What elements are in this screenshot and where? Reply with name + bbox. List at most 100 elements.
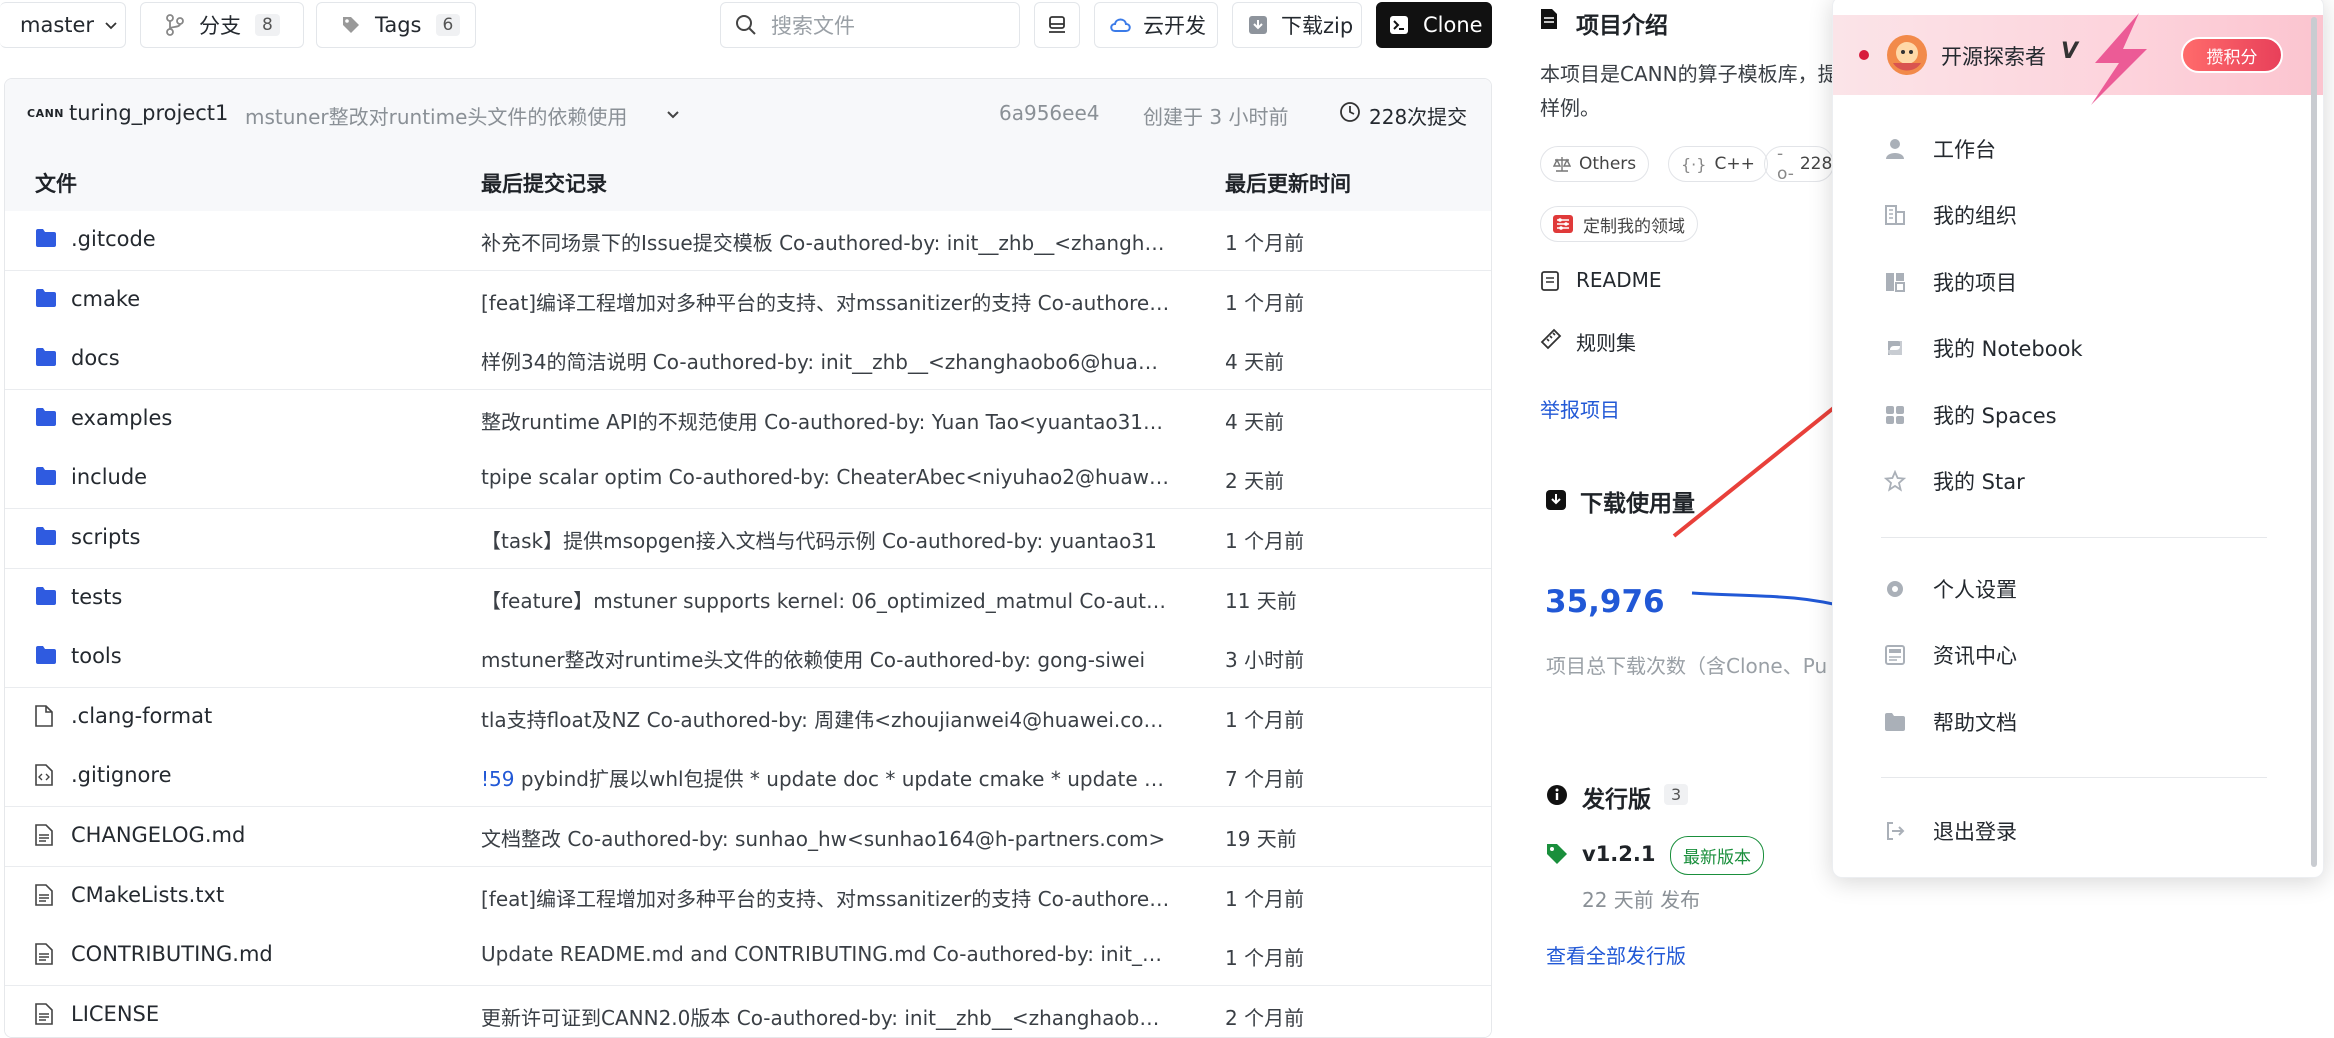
file-name[interactable]: cmake — [71, 287, 140, 311]
commit-author[interactable]: turing_project1 — [69, 101, 228, 125]
pr-link[interactable]: !59 — [481, 767, 514, 791]
dropdown-divider — [1881, 777, 2267, 778]
clone-button[interactable]: Clone — [1376, 2, 1492, 48]
commit-message[interactable]: mstuner整改对runtime头文件的依赖使用 — [245, 101, 627, 130]
dropdown-item-building[interactable]: 我的组织 — [1881, 195, 2017, 235]
readme-link[interactable]: README — [1576, 268, 1662, 292]
tag-others[interactable]: Others — [1540, 146, 1650, 182]
rules-link[interactable]: 规则集 — [1576, 327, 1636, 356]
table-row[interactable]: CMakeLists.txt [feat]编译工程增加对多种平台的支持、对mssa… — [5, 866, 1491, 927]
earn-points-button[interactable]: 攒积分 — [2181, 37, 2283, 73]
table-row[interactable]: .gitcode 补充不同场景下的Issue提交模板 Co-authored-by… — [5, 211, 1491, 271]
tag-commits[interactable]: -o- 228 — [1764, 146, 1834, 182]
commit-text: 更新许可证到CANN2.0版本 Co-authored-by: init__zh… — [481, 1005, 1171, 1030]
document-icon — [35, 824, 53, 846]
folder-icon — [35, 347, 57, 367]
customize-domain-button[interactable]: 定制我的领域 — [1540, 206, 1698, 242]
dropdown-item-news[interactable]: 资讯中心 — [1881, 635, 2017, 675]
file-name[interactable]: examples — [71, 406, 172, 430]
view-all-releases-link[interactable]: 查看全部发行版 — [1546, 940, 1686, 969]
commit-message[interactable]: 补充不同场景下的Issue提交模板 Co-authored-by: init__… — [481, 227, 1171, 256]
file-name[interactable]: CONTRIBUTING.md — [71, 942, 273, 966]
dropdown-item-gear[interactable]: 个人设置 — [1881, 569, 2017, 609]
file-name[interactable]: .gitcode — [71, 227, 156, 251]
table-row[interactable]: include tpipe scalar optim Co-authored-by… — [5, 449, 1491, 510]
dropdown-scrollbar[interactable] — [2311, 17, 2317, 867]
file-name[interactable]: include — [71, 465, 147, 489]
download-zip-button[interactable]: 下载zip — [1232, 2, 1362, 48]
dropdown-item-spaces[interactable]: 我的 Spaces — [1881, 395, 2057, 435]
table-row[interactable]: .clang-format tla支持float及NZ Co-authored-b… — [5, 687, 1491, 748]
dropdown-item-label: 个人设置 — [1933, 578, 2017, 602]
commit-text: tla支持float及NZ Co-authored-by: 周建伟<zhouji… — [481, 707, 1171, 732]
report-project-link[interactable]: 举报项目 — [1540, 394, 1620, 423]
search-icon — [735, 14, 757, 36]
avatar[interactable] — [1885, 33, 1929, 77]
branch-name: master — [20, 13, 95, 37]
header-file: 文件 — [35, 172, 77, 196]
commit-message[interactable]: Update README.md and CONTRIBUTING.md Co-… — [481, 942, 1171, 966]
commit-message[interactable]: tpipe scalar optim Co-authored-by: Cheat… — [481, 465, 1171, 489]
file-name[interactable]: .gitignore — [71, 763, 172, 787]
file-search-input[interactable]: 搜索文件 — [720, 2, 1020, 48]
commit-message[interactable]: [feat]编译工程增加对多种平台的支持、对mssanitizer的支持 Co-… — [481, 883, 1171, 912]
tag-cpp[interactable]: {·} C++ — [1668, 146, 1768, 182]
tag-cpp-label: C++ — [1714, 154, 1755, 174]
building-icon — [1881, 201, 1909, 229]
monitor-button[interactable] — [1034, 2, 1080, 48]
commit-message[interactable]: 文档整改 Co-authored-by: sunhao_hw<sunhao164… — [481, 823, 1171, 852]
commit-message[interactable]: 【task】提供msopgen接入文档与代码示例 Co-authored-by:… — [481, 525, 1171, 554]
cloud-dev-button[interactable]: 云开发 — [1094, 2, 1218, 48]
commit-message[interactable]: 【feature】mstuner supports kernel: 06_opt… — [481, 585, 1171, 614]
project-icon — [1881, 268, 1909, 296]
table-row[interactable]: CONTRIBUTING.md Update README.md and CONT… — [5, 926, 1491, 987]
tags-count: 6 — [435, 14, 461, 36]
dropdown-item-notebook[interactable]: 我的 Notebook — [1881, 328, 2083, 368]
update-time: 4 天前 — [1225, 350, 1285, 375]
dropdown-item-project[interactable]: 我的项目 — [1881, 262, 2017, 302]
branches-button[interactable]: 分支 8 — [140, 2, 304, 48]
file-name[interactable]: CMakeLists.txt — [71, 883, 224, 907]
commit-message[interactable]: 样例34的简洁说明 Co-authored-by: init__zhb__<zh… — [481, 346, 1171, 375]
commit-count[interactable]: 228次提交 — [1369, 101, 1467, 130]
chevron-down-icon[interactable] — [665, 107, 681, 123]
table-row[interactable]: scripts 【task】提供msopgen接入文档与代码示例 Co-autho… — [5, 509, 1491, 569]
file-name[interactable]: tests — [71, 585, 122, 609]
logout-button[interactable]: 退出登录 — [1881, 811, 2017, 851]
folder-icon — [1881, 708, 1909, 736]
file-name[interactable]: scripts — [71, 525, 140, 549]
dropdown-divider — [1881, 537, 2267, 538]
file-name[interactable]: CHANGELOG.md — [71, 823, 245, 847]
commit-hash[interactable]: 6a956ee4 — [999, 101, 1100, 125]
dropdown-item-star[interactable]: 我的 Star — [1881, 461, 2025, 501]
releases-count: 3 — [1664, 784, 1689, 805]
folder-icon — [35, 526, 57, 546]
table-header: 文件 最后提交记录 最后更新时间 — [5, 151, 1491, 212]
commit-message[interactable]: 整改runtime API的不规范使用 Co-authored-by: Yuan… — [481, 406, 1171, 435]
commit-message[interactable]: tla支持float及NZ Co-authored-by: 周建伟<zhouji… — [481, 704, 1171, 733]
file-name[interactable]: docs — [71, 346, 120, 370]
table-row[interactable]: LICENSE 更新许可证到CANN2.0版本 Co-authored-by: i… — [5, 985, 1491, 1037]
commit-message[interactable]: 更新许可证到CANN2.0版本 Co-authored-by: init__zh… — [481, 1002, 1171, 1031]
dropdown-item-person[interactable]: 工作台 — [1881, 129, 1996, 169]
branch-selector[interactable]: master — [0, 2, 126, 48]
update-time: 7 个月前 — [1225, 767, 1305, 792]
table-row[interactable]: examples 整改runtime API的不规范使用 Co-authored-… — [5, 389, 1491, 450]
clone-label: Clone — [1423, 13, 1483, 37]
file-name[interactable]: LICENSE — [71, 1002, 159, 1026]
terminal-icon — [1389, 15, 1409, 35]
file-name[interactable]: .clang-format — [71, 704, 212, 728]
dropdown-item-folder[interactable]: 帮助文档 — [1881, 702, 2017, 742]
commit-message[interactable]: !59 pybind扩展以whl包提供 * update doc * updat… — [481, 763, 1171, 792]
release-version[interactable]: v1.2.1 — [1582, 842, 1655, 866]
file-name[interactable]: tools — [71, 644, 122, 668]
tags-button[interactable]: Tags 6 — [316, 2, 476, 48]
commit-message[interactable]: mstuner整改对runtime头文件的依赖使用 Co-authored-by… — [481, 644, 1171, 673]
table-row[interactable]: CHANGELOG.md 文档整改 Co-authored-by: sunhao_… — [5, 807, 1491, 867]
table-row[interactable]: tests 【feature】mstuner supports kernel: 0… — [5, 568, 1491, 629]
table-row[interactable]: docs 样例34的简洁说明 Co-authored-by: init__zhb_… — [5, 330, 1491, 391]
commit-message[interactable]: [feat]编译工程增加对多种平台的支持、对mssanitizer的支持 Co-… — [481, 287, 1171, 316]
table-row[interactable]: tools mstuner整改对runtime头文件的依赖使用 Co-author… — [5, 628, 1491, 689]
table-row[interactable]: cmake [feat]编译工程增加对多种平台的支持、对mssanitizer的支… — [5, 270, 1491, 331]
table-row[interactable]: .gitignore !59 pybind扩展以whl包提供 * update d… — [5, 747, 1491, 808]
